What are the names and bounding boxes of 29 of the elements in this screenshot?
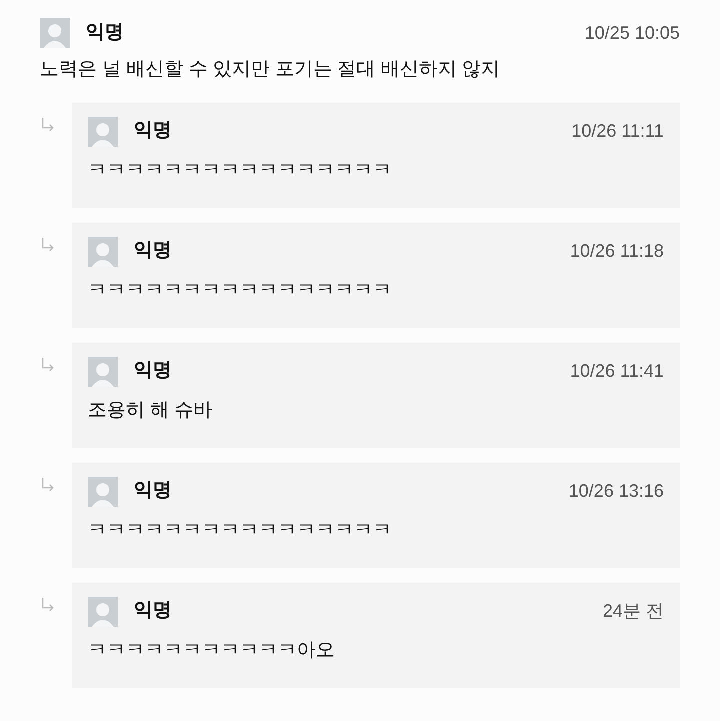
avatar-icon <box>88 476 118 506</box>
avatar-icon <box>88 116 118 146</box>
reply-arrow-icon <box>40 236 56 252</box>
author-name: 익명 <box>134 479 172 504</box>
timestamp: 24분 전 <box>602 600 664 623</box>
reply-arrow-icon <box>40 596 56 612</box>
timestamp: 10/26 11:18 <box>570 240 664 263</box>
reply-arrow-icon <box>40 356 56 372</box>
avatar-icon <box>88 596 118 626</box>
reply-arrow-icon <box>40 476 56 492</box>
timestamp: 10/26 11:41 <box>570 360 664 383</box>
timestamp: 10/26 11:11 <box>572 120 664 143</box>
timestamp: 10/26 13:16 <box>568 480 664 503</box>
reply-text: ㅋㅋㅋㅋㅋㅋㅋㅋㅋㅋㅋ아오 <box>88 638 336 662</box>
author-name: 익명 <box>134 119 172 144</box>
author-name: 익명 <box>86 20 124 45</box>
author-name: 익명 <box>134 359 172 384</box>
reply-text: 조용히 해 슈바 <box>88 398 214 422</box>
author-name: 익명 <box>134 599 172 624</box>
reply-text: ㅋㅋㅋㅋㅋㅋㅋㅋㅋㅋㅋㅋㅋㅋㅋㅋ <box>88 158 393 182</box>
avatar-icon <box>88 356 118 386</box>
reply-arrow-icon <box>40 116 56 132</box>
reply-text: ㅋㅋㅋㅋㅋㅋㅋㅋㅋㅋㅋㅋㅋㅋㅋㅋ <box>88 518 393 542</box>
comment-text: 노력은 널 배신할 수 있지만 포기는 절대 배신하지 않지 <box>40 58 502 82</box>
avatar-icon <box>88 236 118 266</box>
author-name: 익명 <box>134 239 172 264</box>
reply-text: ㅋㅋㅋㅋㅋㅋㅋㅋㅋㅋㅋㅋㅋㅋㅋㅋ <box>88 278 393 302</box>
avatar-icon <box>40 18 70 48</box>
timestamp: 10/25 10:05 <box>584 22 680 44</box>
